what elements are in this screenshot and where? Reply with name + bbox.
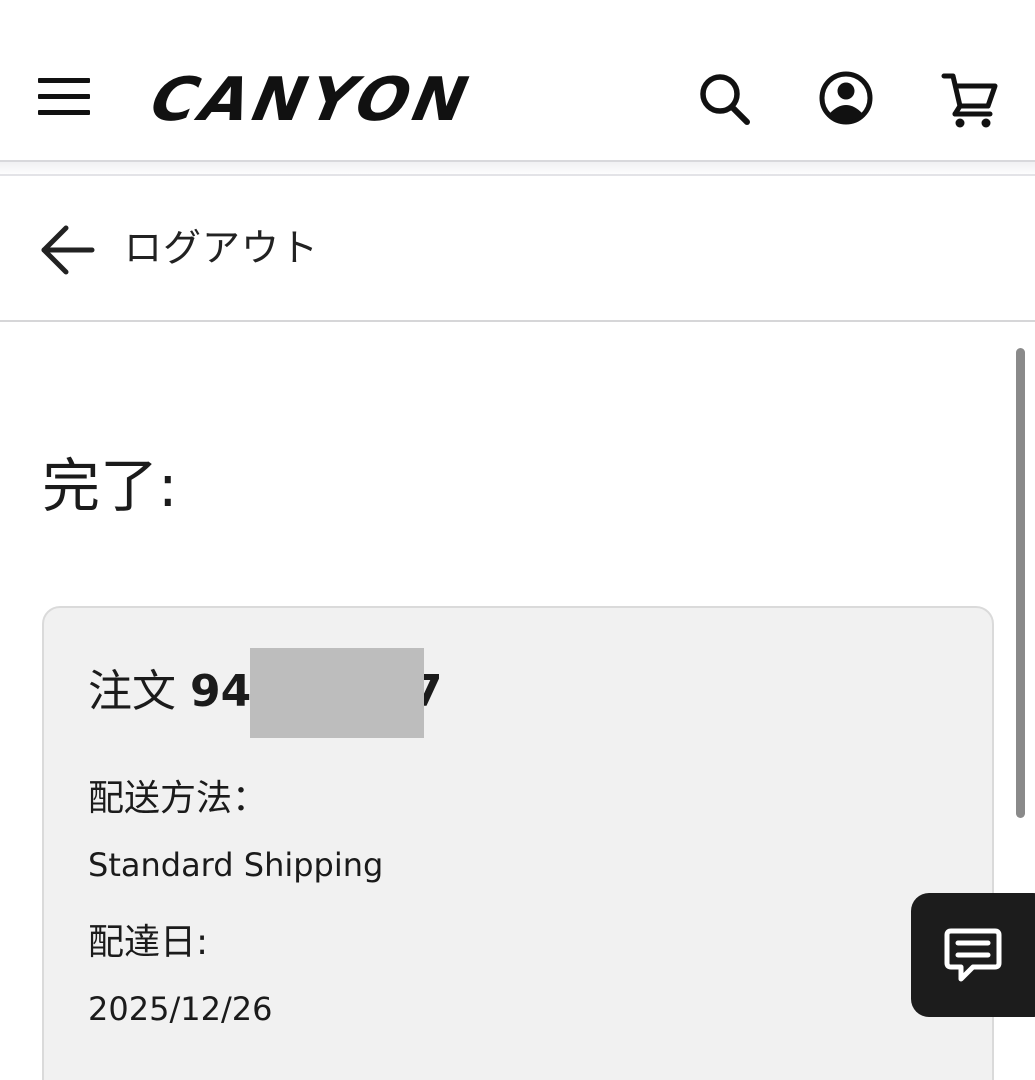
header-divider-secondary: [0, 174, 1035, 176]
page-title: 完了:: [42, 452, 178, 520]
chat-icon: [944, 928, 1002, 982]
section-divider: [0, 320, 1035, 322]
shipping-method-label: 配送方法：: [88, 778, 269, 819]
delivery-date-label: 配達日:: [88, 922, 209, 963]
chat-button[interactable]: [911, 893, 1035, 1017]
order-summary-card: 注文 9437 配送方法： Standard Shipping 配達日: 202…: [42, 606, 994, 1080]
menu-icon[interactable]: [38, 78, 90, 118]
order-number-redaction: [250, 648, 424, 738]
site-header: CANYON: [0, 0, 1035, 160]
cart-icon[interactable]: [940, 66, 1000, 130]
svg-text:CANYON: CANYON: [145, 72, 483, 124]
order-prefix: 注文: [88, 666, 176, 717]
account-icon[interactable]: [816, 66, 876, 130]
search-icon[interactable]: [694, 66, 754, 130]
canyon-logo[interactable]: CANYON: [145, 72, 483, 124]
scrollbar[interactable]: [1016, 348, 1025, 818]
logout-link[interactable]: ログアウト: [0, 190, 1035, 310]
shipping-method-value: Standard Shipping: [88, 846, 384, 884]
delivery-date-value: 2025/12/26: [88, 990, 273, 1028]
page: CANYON ログアウト 完了: 注文 94 配送方法： Standard Sh…: [0, 0, 1035, 1080]
order-number-start: 94: [190, 666, 252, 717]
logout-label: ログアウト: [124, 226, 320, 270]
arrow-left-icon: [38, 224, 96, 276]
